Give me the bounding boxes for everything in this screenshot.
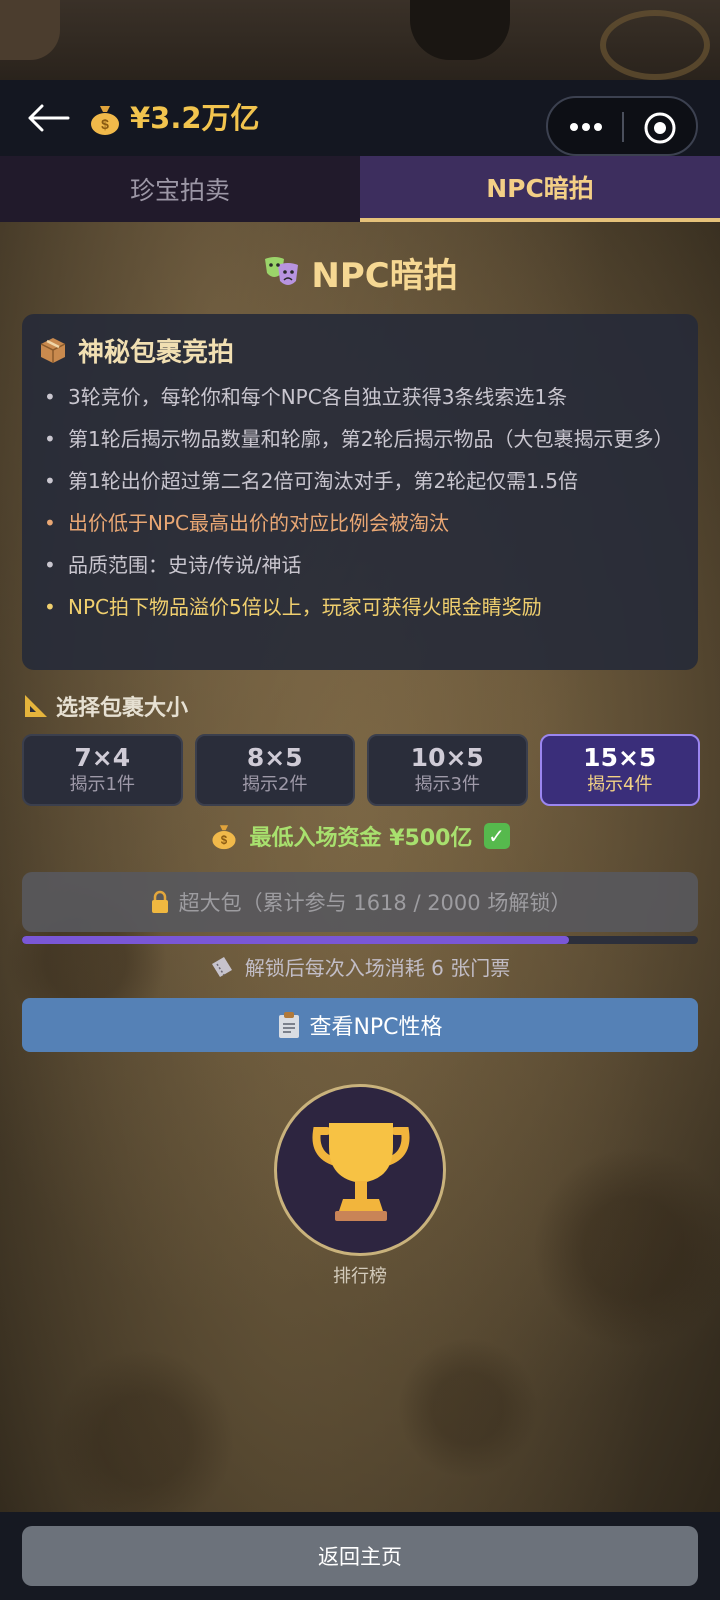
clipboard-icon <box>279 1012 300 1038</box>
leaderboard-button[interactable] <box>274 1084 446 1256</box>
tab-treasure-auction[interactable]: 珍宝拍卖 <box>0 156 360 222</box>
ticket-icon <box>211 956 232 977</box>
size-options: 7×4 揭示1件 8×5 揭示2件 10×5 揭示3件 15×5 揭示4件 <box>22 734 700 806</box>
rule-item-reward: • NPC拍下物品溢价5倍以上，玩家可获得火眼金睛奖励 <box>44 595 542 619</box>
rule-item: • 第1轮出价超过第二名2倍可淘汰对手，第2轮起仅需1.5倍 <box>44 469 578 493</box>
page-title: NPC暗拍 <box>311 256 458 296</box>
target-circle-icon[interactable] <box>642 110 678 146</box>
page-title-row: NPC暗拍 <box>0 248 720 296</box>
top-bar: $ ¥3.2万亿 <box>0 80 720 156</box>
more-dots-icon[interactable] <box>566 113 606 141</box>
size-selector-header: 选择包裹大小 <box>22 688 188 724</box>
size-option-15x5[interactable]: 15×5 揭示4件 <box>539 734 700 806</box>
card-title: 神秘包裹竞拍 <box>78 337 235 368</box>
size-selector-label: 选择包裹大小 <box>56 696 189 721</box>
rules-card: 神秘包裹竞拍 • 3轮竞价，每轮你和每个NPC各自独立获得3条线索选1条 • 第1轮… <box>22 314 698 670</box>
ticket-note: 解锁后每次入场消耗 6 张门票 <box>244 956 511 980</box>
triangle-ruler-icon <box>25 695 47 717</box>
rule-item: • 品质范围：史诗/传说/神话 <box>44 553 302 577</box>
footer-bar: 返回主页 <box>0 1512 720 1600</box>
status-bar-background <box>0 0 720 80</box>
rules-list: • 3轮竞价，每轮你和每个NPC各自独立获得3条线索选1条 • 第1轮后揭示物品数量… <box>44 382 684 634</box>
package-icon <box>40 338 66 363</box>
locked-button-label: 超大包（累计参与 1618 / 2000 场解锁） <box>178 891 572 915</box>
size-option-10x5[interactable]: 10×5 揭示3件 <box>367 734 528 806</box>
balance-amount: ¥3.2万亿 <box>130 101 260 135</box>
unlock-progress-fill <box>22 936 569 944</box>
money-bag-icon: $ <box>212 825 236 850</box>
money-bag-icon: $ <box>91 106 119 135</box>
return-home-button[interactable]: 返回主页 <box>22 1526 698 1586</box>
lock-icon <box>151 890 168 913</box>
check-icon: ✓ <box>483 823 510 849</box>
theater-masks-icon <box>265 256 299 285</box>
unlock-progress-bar <box>22 936 698 944</box>
leaderboard-label: 排行榜 <box>333 1266 387 1287</box>
rule-item: • 3轮竞价，每轮你和每个NPC各自独立获得3条线索选1条 <box>44 385 568 409</box>
min-fund-text: 最低入场资金 ¥500亿 <box>249 826 473 851</box>
svg-text:$: $ <box>101 116 109 132</box>
size-option-7x4[interactable]: 7×4 揭示1件 <box>22 734 183 806</box>
tab-npc-blind-auction[interactable]: NPC暗拍 <box>360 156 720 222</box>
min-fund-row: $ 最低入场资金 ¥500亿 ✓ <box>0 820 720 856</box>
back-arrow-icon[interactable] <box>26 102 70 134</box>
view-npc-personality-button[interactable]: 查看NPC性格 <box>22 998 698 1052</box>
npc-button-label: 查看NPC性格 <box>309 1015 443 1040</box>
mini-program-capsule <box>546 96 698 156</box>
svg-text:$: $ <box>221 835 228 847</box>
rule-item: • 第1轮后揭示物品数量和轮廓，第2轮后揭示物品（大包裹揭示更多） <box>44 427 674 451</box>
rule-item-warning: • 出价低于NPC最高出价的对应比例会被淘汰 <box>44 511 449 535</box>
size-option-8x5[interactable]: 8×5 揭示2件 <box>194 734 355 806</box>
super-package-locked-button[interactable]: 超大包（累计参与 1618 / 2000 场解锁） <box>22 872 698 932</box>
trophy-icon <box>312 1123 410 1221</box>
ticket-note-row: 解锁后每次入场消耗 6 张门票 <box>0 952 720 986</box>
tab-bar: 珍宝拍卖 NPC暗拍 <box>0 156 720 222</box>
